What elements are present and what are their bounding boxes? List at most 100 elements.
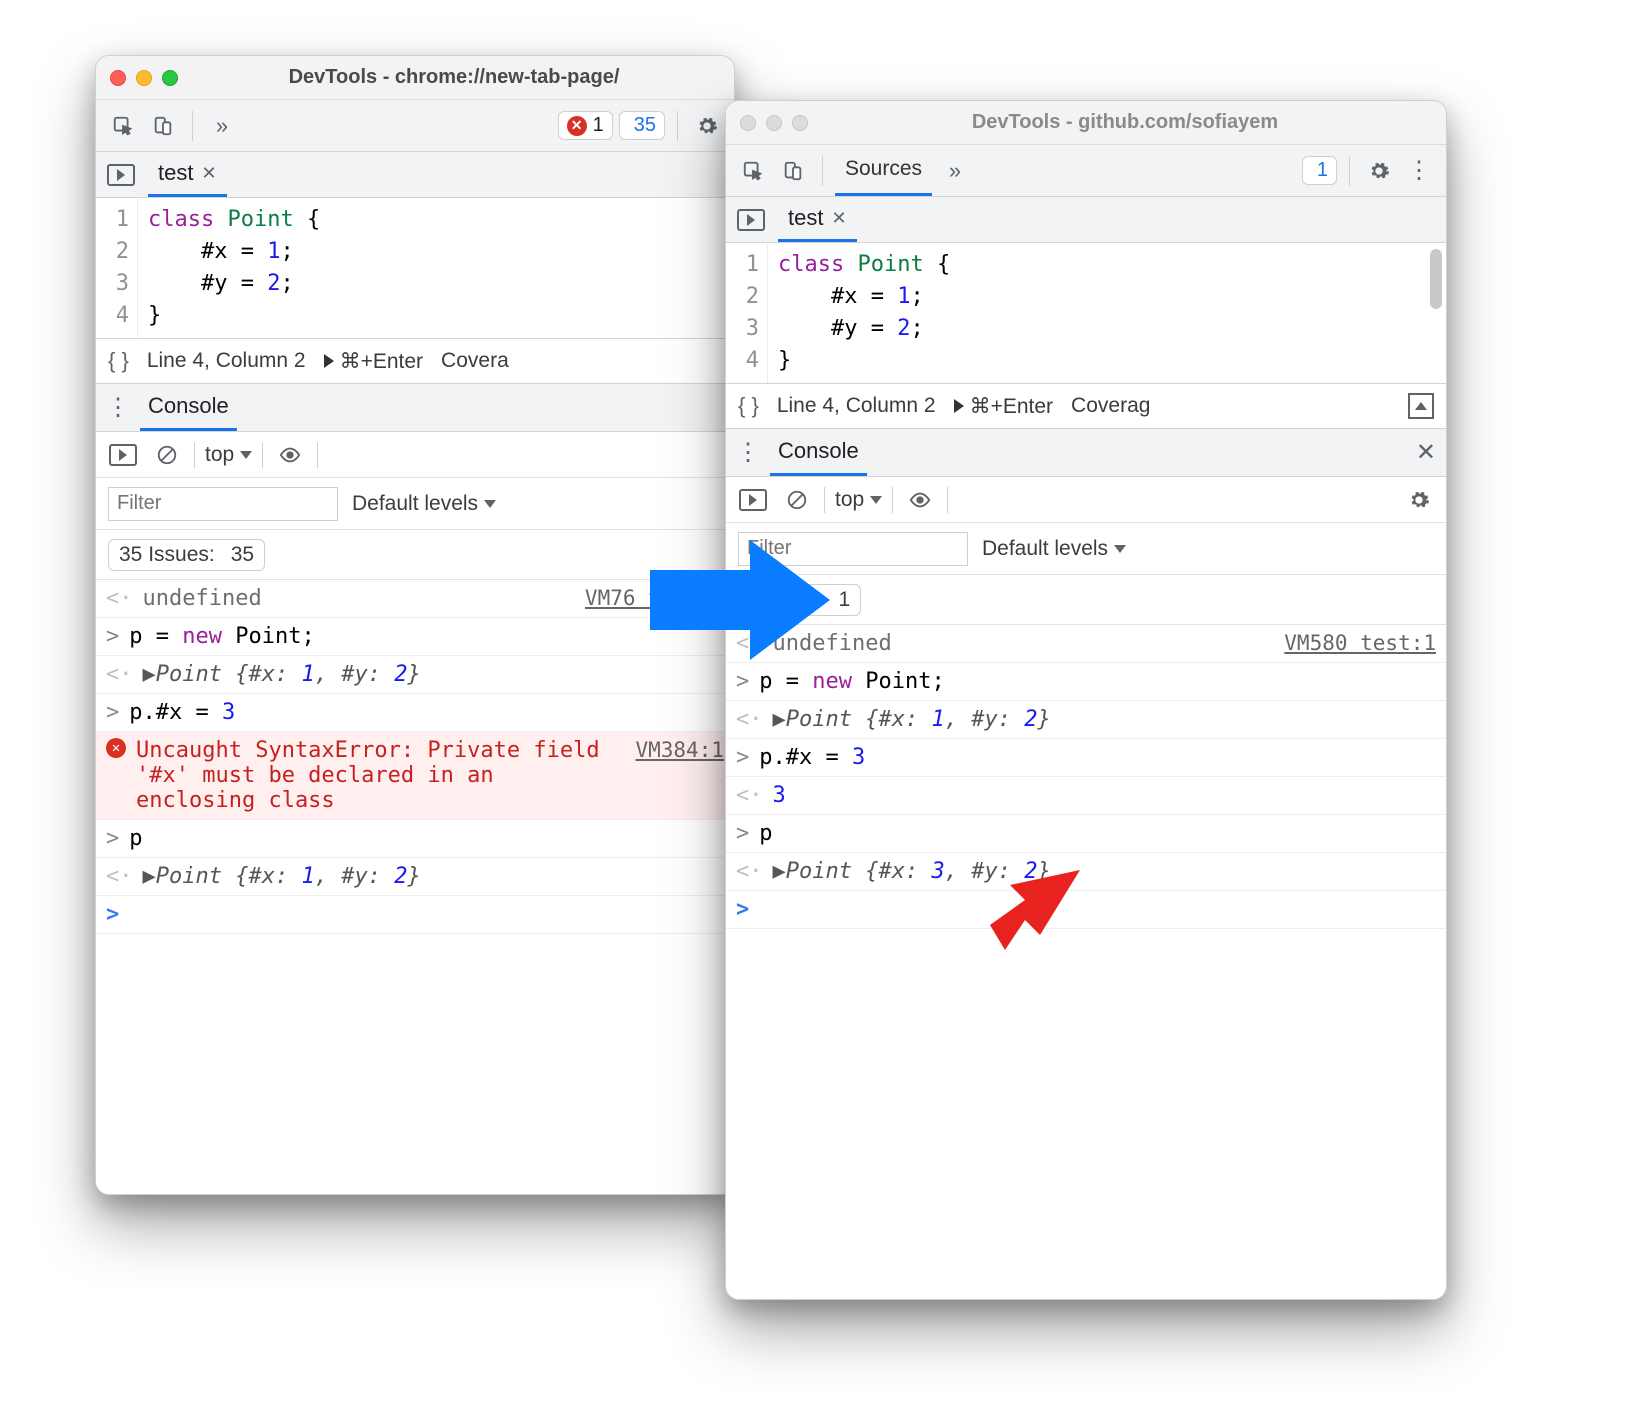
panel-tab-sources[interactable]: Sources: [835, 145, 932, 196]
log-value: undefined: [773, 631, 1275, 656]
file-tab-test[interactable]: test ✕: [148, 152, 227, 197]
minimize-window-button[interactable]: [136, 70, 152, 86]
log-row: > p = new Point;: [726, 663, 1446, 701]
close-window-button[interactable]: [740, 115, 756, 131]
main-toolbar: Sources » 1 ⋮: [726, 145, 1446, 197]
pretty-print-icon[interactable]: { }: [738, 393, 759, 419]
more-tabs-icon[interactable]: »: [205, 108, 239, 144]
traffic-lights: [110, 70, 178, 86]
log-output[interactable]: ▶Point {#x: 3, #y: 2}: [773, 859, 1437, 884]
cursor-position: Line 4, Column 2: [777, 394, 936, 418]
more-tabs-icon[interactable]: »: [938, 153, 972, 189]
console-filter-row: Default levels: [726, 523, 1446, 575]
code-content: class Point { #x = 1; #y = 2; }: [138, 198, 330, 338]
context-label: top: [205, 443, 234, 467]
log-source-link[interactable]: VM384:1: [635, 738, 724, 762]
log-output[interactable]: ▶Point {#x: 1, #y: 2}: [773, 707, 1437, 732]
log-output[interactable]: ▶Point {#x: 1, #y: 2}: [143, 662, 725, 687]
sidebar-toggle-icon[interactable]: [736, 482, 770, 518]
issues-pill[interactable]: 35 Issues: 35: [108, 539, 265, 571]
pretty-print-icon[interactable]: { }: [108, 348, 129, 374]
collapse-drawer-icon[interactable]: [1408, 393, 1434, 419]
context-label: top: [835, 488, 864, 512]
issues-row: 35 Issues: 35: [96, 530, 734, 580]
code-editor[interactable]: 1234 class Point { #x = 1; #y = 2; }: [726, 243, 1446, 383]
console-log[interactable]: <· undefined VM76 test:1 > p = new Point…: [96, 580, 734, 934]
live-expression-icon[interactable]: [903, 482, 937, 518]
filter-input[interactable]: [108, 487, 338, 521]
run-snippet-button[interactable]: ⌘+Enter: [954, 394, 1053, 419]
issues-count: 35: [634, 114, 656, 137]
code-editor[interactable]: 1234 class Point { #x = 1; #y = 2; }: [96, 198, 734, 338]
log-levels-selector[interactable]: Default levels: [982, 537, 1126, 561]
console-log[interactable]: <· undefined VM580 test:1 > p = new Poin…: [726, 625, 1446, 929]
log-levels-selector[interactable]: Default levels: [352, 492, 496, 516]
close-icon[interactable]: ✕: [831, 208, 846, 229]
kebab-menu-icon[interactable]: ⋮: [1402, 153, 1436, 189]
console-tab[interactable]: Console: [770, 429, 867, 476]
clear-console-icon[interactable]: [780, 482, 814, 518]
navigator-toggle-icon[interactable]: [104, 157, 138, 193]
context-selector[interactable]: top: [205, 443, 252, 467]
context-selector[interactable]: top: [835, 488, 882, 512]
issues-count-badge[interactable]: 35: [619, 111, 665, 140]
log-row: <· undefined VM580 test:1: [726, 625, 1446, 663]
sidebar-toggle-icon[interactable]: [106, 437, 140, 473]
close-drawer-icon[interactable]: ✕: [1416, 438, 1436, 467]
error-count-badge[interactable]: ✕ 1: [558, 111, 613, 140]
log-row: <· ▶Point {#x: 1, #y: 2}: [96, 858, 734, 896]
console-drawer-header: ⋮ Console: [96, 384, 734, 432]
issues-count-badge[interactable]: 1: [1302, 156, 1337, 185]
highlight-arrow-icon: [990, 870, 1080, 950]
device-toggle-icon[interactable]: [776, 153, 810, 189]
log-source-link[interactable]: VM580 test:1: [1284, 631, 1436, 655]
sources-file-tabs: test ✕: [726, 197, 1446, 243]
live-expression-icon[interactable]: [273, 437, 307, 473]
error-icon: ✕: [567, 116, 587, 136]
clear-console-icon[interactable]: [150, 437, 184, 473]
log-input: p = new Point;: [129, 624, 724, 649]
log-input: p: [759, 821, 1436, 846]
coverage-label[interactable]: Covera: [441, 349, 509, 373]
device-toggle-icon[interactable]: [146, 108, 180, 144]
zoom-window-button[interactable]: [792, 115, 808, 131]
settings-gear-icon[interactable]: [1362, 153, 1396, 189]
traffic-lights: [740, 115, 808, 131]
console-tab[interactable]: Console: [140, 384, 237, 431]
sources-file-tabs: test ✕: [96, 152, 734, 198]
issues-number: 35: [231, 543, 254, 567]
devtools-window-after: DevTools - github.com/sofiayem Sources »…: [725, 100, 1447, 1300]
console-prompt-row[interactable]: >: [96, 896, 734, 934]
log-row: <· ▶Point {#x: 3, #y: 2}: [726, 853, 1446, 891]
comparison-arrow-icon: [650, 530, 830, 670]
error-count: 1: [593, 114, 604, 137]
file-tab-test[interactable]: test ✕: [778, 197, 857, 242]
error-icon: ✕: [106, 738, 126, 758]
run-snippet-button[interactable]: ⌘+Enter: [324, 349, 423, 374]
scrollbar-thumb[interactable]: [1430, 249, 1442, 309]
kebab-menu-icon[interactable]: ⋮: [106, 393, 128, 422]
settings-gear-icon[interactable]: [690, 108, 724, 144]
log-error-row: ✕ Uncaught SyntaxError: Private field '#…: [96, 732, 734, 820]
error-message: Uncaught SyntaxError: Private field '#x'…: [136, 738, 625, 813]
console-prompt-row[interactable]: >: [726, 891, 1446, 929]
window-titlebar: DevTools - github.com/sofiayem: [726, 101, 1446, 145]
log-input: p: [129, 826, 724, 851]
log-output[interactable]: ▶Point {#x: 1, #y: 2}: [143, 864, 725, 889]
chevron-down-icon: [1114, 545, 1126, 553]
close-icon[interactable]: ✕: [201, 163, 216, 184]
inspect-icon[interactable]: [106, 108, 140, 144]
close-window-button[interactable]: [110, 70, 126, 86]
zoom-window-button[interactable]: [162, 70, 178, 86]
devtools-window-before: DevTools - chrome://new-tab-page/ » ✕ 1 …: [95, 55, 735, 1195]
navigator-toggle-icon[interactable]: [734, 202, 768, 238]
console-settings-icon[interactable]: [1402, 482, 1436, 518]
inspect-icon[interactable]: [736, 153, 770, 189]
log-row: > p.#x = 3: [96, 694, 734, 732]
minimize-window-button[interactable]: [766, 115, 782, 131]
issues-count: 1: [1317, 159, 1328, 182]
kebab-menu-icon[interactable]: ⋮: [736, 438, 758, 467]
log-input: p = new Point;: [759, 669, 1436, 694]
log-row: > p: [96, 820, 734, 858]
coverage-label[interactable]: Coverag: [1071, 394, 1150, 418]
